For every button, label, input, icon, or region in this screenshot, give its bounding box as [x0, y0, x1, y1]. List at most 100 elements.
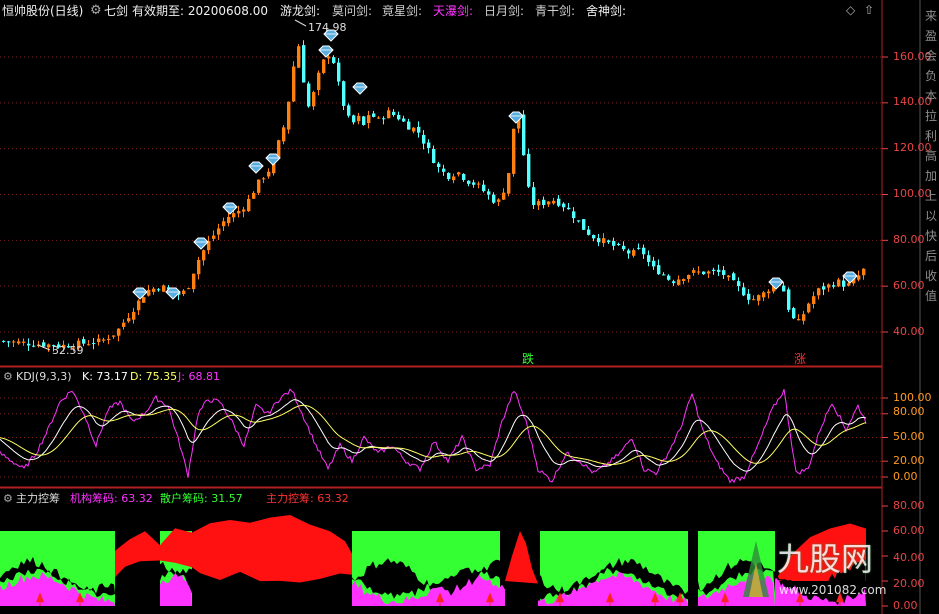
- candle-body: [627, 250, 631, 254]
- side-glyph: 上: [924, 189, 937, 203]
- side-glyph: 利: [924, 129, 937, 143]
- sword-tianpu: 天瀑剑:: [433, 4, 474, 18]
- candle-body: [527, 153, 531, 187]
- candle-body: [417, 126, 421, 133]
- candle-body: [357, 115, 361, 122]
- candle-body: [387, 110, 391, 119]
- side-glyph: 后: [924, 249, 937, 263]
- candle-body: [592, 234, 596, 239]
- candle-body: [247, 198, 251, 212]
- candle-body: [692, 270, 696, 273]
- candle-body: [452, 176, 456, 181]
- candle-body: [462, 173, 466, 180]
- sword-jingxing: 竟星剑:: [382, 4, 423, 18]
- diamond-marker-icon: [352, 82, 368, 95]
- candle-body: [242, 209, 246, 212]
- side-glyph: 负: [924, 69, 937, 83]
- candle-body: [102, 339, 106, 341]
- candle-body: [142, 297, 146, 303]
- candle-body: [747, 293, 751, 300]
- candle-body: [632, 250, 636, 256]
- candle-body: [157, 289, 161, 291]
- diamond-icon[interactable]: ◇: [846, 3, 855, 17]
- candle-body: [237, 210, 241, 214]
- candle-body: [712, 269, 716, 271]
- side-glyph: 本: [924, 89, 937, 103]
- kdj-d-value: D: 75.35: [130, 370, 178, 383]
- candle-body: [147, 289, 151, 296]
- candle-body: [192, 273, 196, 290]
- candle-body: [457, 172, 461, 175]
- candle-body: [262, 178, 266, 180]
- expiry-label: 有效期至: 20200608.00: [132, 4, 269, 18]
- candle-body: [42, 342, 46, 347]
- arrow-up-icon[interactable]: ⇧: [864, 3, 874, 17]
- diamond-marker-icon: [508, 111, 524, 124]
- candle-body: [832, 285, 836, 287]
- kdj-title: KDJ(9,3,3): [16, 370, 72, 383]
- candle-body: [532, 187, 536, 206]
- candle-body: [162, 285, 166, 292]
- candle-body: [787, 289, 791, 310]
- candle-body: [847, 283, 851, 286]
- candle-body: [252, 192, 256, 199]
- candle-body: [477, 183, 481, 185]
- candle-body: [812, 296, 816, 305]
- candle-body: [127, 318, 131, 322]
- candle-body: [337, 62, 341, 82]
- candle-body: [267, 171, 271, 177]
- candle-body: [302, 45, 306, 83]
- candle-body: [737, 281, 741, 287]
- candle-body: [717, 269, 721, 272]
- candle-body: [502, 192, 506, 200]
- candle-body: [292, 66, 296, 102]
- candle-body: [797, 319, 801, 321]
- candle-body: [582, 219, 586, 230]
- kdj-k-value: K: 73.17: [82, 370, 128, 383]
- candle-body: [637, 247, 641, 249]
- candle-body: [442, 168, 446, 172]
- gear-icon[interactable]: ⚙: [90, 4, 102, 18]
- candle-body: [757, 295, 761, 301]
- candle-body: [642, 247, 646, 255]
- candle-body: [152, 288, 156, 292]
- side-glyph: 会: [924, 49, 937, 63]
- gear-icon[interactable]: ⚙: [3, 492, 13, 505]
- sword-mowen: 莫问剑:: [332, 4, 373, 18]
- candle-body: [352, 115, 356, 123]
- side-glyph: 加: [924, 169, 937, 183]
- candle-body: [702, 271, 706, 275]
- candle-body: [647, 255, 651, 262]
- candle-body: [392, 111, 396, 116]
- candle-body: [367, 115, 371, 124]
- candle-body: [652, 260, 656, 267]
- candle-body: [612, 240, 616, 246]
- candle-body: [7, 341, 11, 343]
- candle-body: [282, 127, 286, 142]
- kdj-k-line: [0, 399, 867, 472]
- candle-body: [372, 113, 376, 117]
- candle-body: [487, 191, 491, 195]
- candle-body: [332, 57, 336, 64]
- candle-body: [807, 303, 811, 313]
- candle-body: [667, 275, 671, 280]
- sword-sheshen: 舍神剑:: [586, 4, 627, 18]
- candle-body: [762, 292, 766, 298]
- candle-body: [432, 148, 436, 163]
- candle-body: [117, 328, 121, 336]
- candle-body: [837, 279, 841, 287]
- watermark-logo-icon: [739, 539, 773, 599]
- candle-body: [792, 308, 796, 319]
- candle-body: [202, 250, 206, 261]
- candle-body: [577, 220, 581, 222]
- signal-zhang: 涨: [794, 352, 807, 366]
- candle-body: [407, 121, 411, 130]
- sword-riyue: 日月剑:: [484, 4, 525, 18]
- gear-icon[interactable]: ⚙: [3, 370, 13, 383]
- sword-youlong: 游龙剑:: [280, 4, 321, 18]
- candle-body: [567, 207, 571, 210]
- candle-body: [547, 201, 551, 205]
- candle-body: [187, 288, 191, 290]
- candle-body: [552, 200, 556, 204]
- candle-body: [377, 117, 381, 119]
